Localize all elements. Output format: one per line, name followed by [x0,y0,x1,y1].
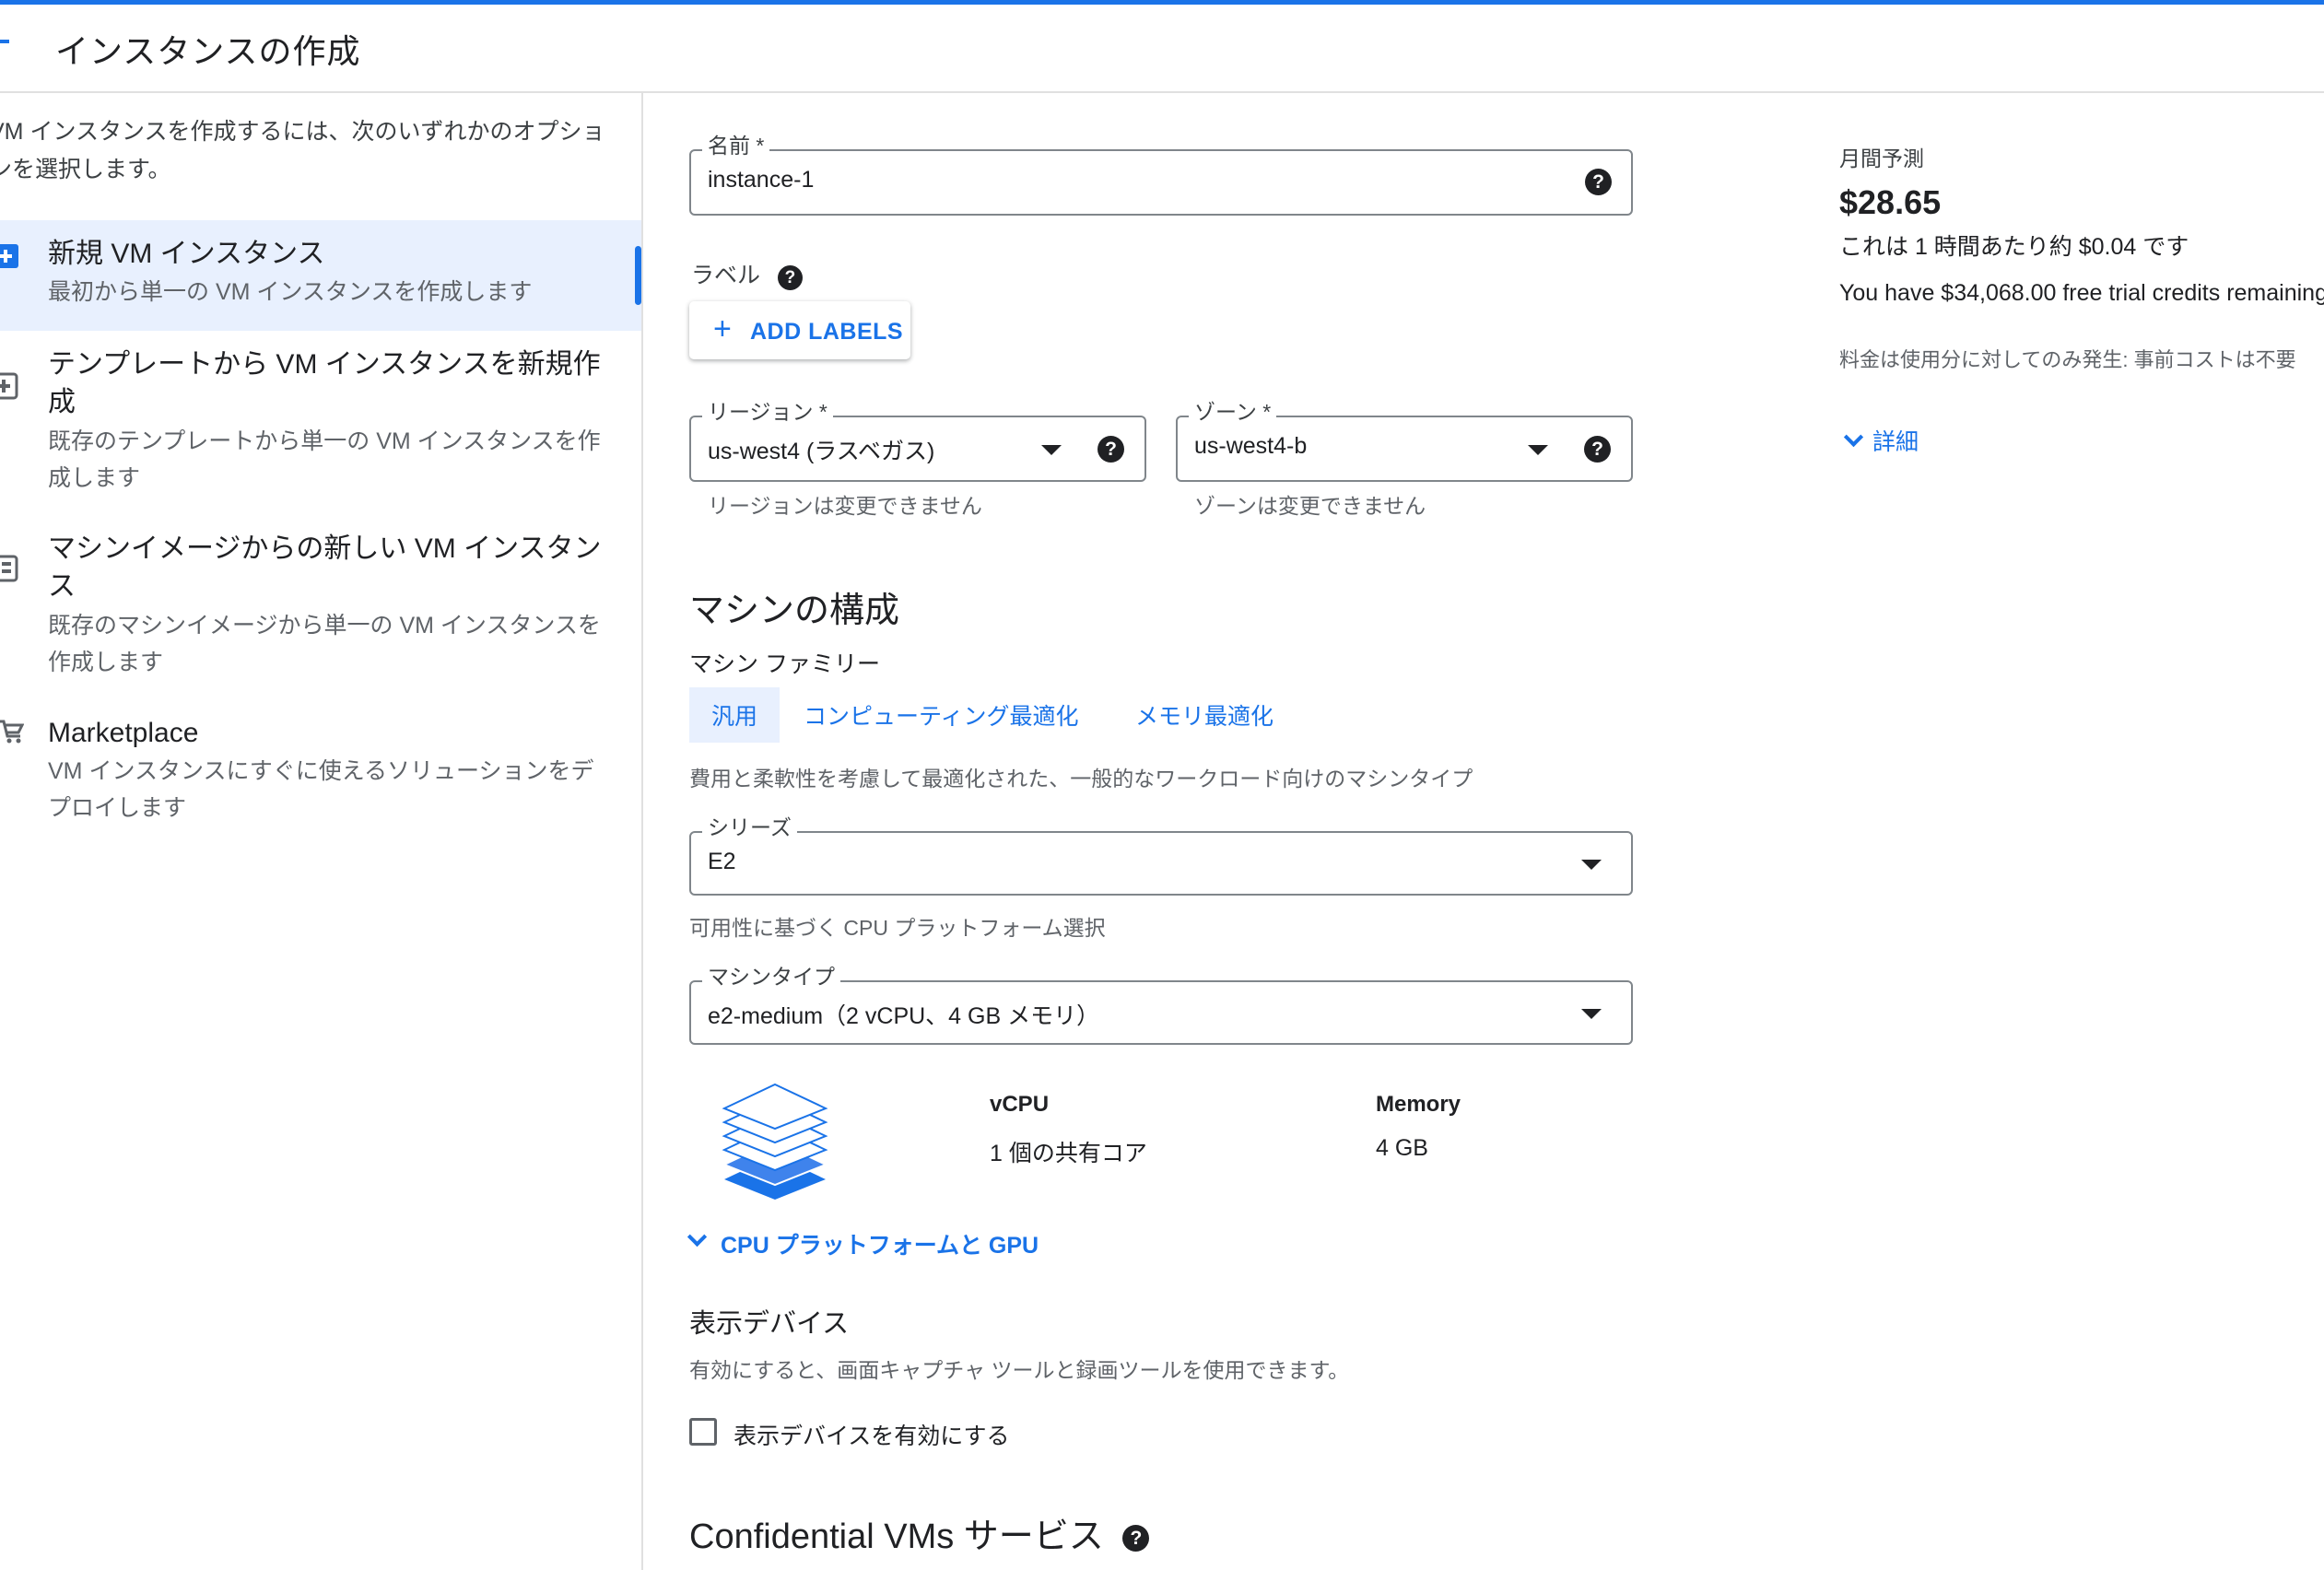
name-field[interactable]: 名前 * instance-1 ? [689,133,1633,216]
region-label: リージョン * [702,399,833,425]
machine-image-icon [0,555,18,582]
option-from-machine-image[interactable]: マシンイメージからの新しい VM インスタンス 既存のマシンイメージから単一の … [0,524,641,699]
monthly-price: $28.65 [1839,183,1942,221]
display-device-desc: 有効にすると、画面キャプチャ ツールと録画ツールを使用できます。 [689,1358,1350,1382]
dropdown-arrow-icon [1581,860,1602,870]
cost-estimate-panel: 月間予測 $28.65 これは 1 時間あたり約 $0.04 です You ha… [1839,93,2324,738]
vcpu-heading: vCPU [990,1092,1050,1117]
zone-value: us-west4-b [1194,433,1308,459]
memory-value: 4 GB [1376,1135,1428,1161]
chevron-down-icon [687,1226,708,1248]
dropdown-arrow-icon [1581,1009,1602,1019]
help-icon[interactable]: ? [1584,436,1611,463]
series-label: シリーズ [702,814,797,840]
machine-type-value: e2-medium（2 vCPU、4 GB メモリ） [708,1003,1100,1029]
dropdown-arrow-icon [1041,445,1062,455]
series-value: E2 [708,849,736,874]
display-device-title: 表示デバイス [689,1309,850,1339]
help-icon[interactable]: ? [1122,1525,1150,1552]
details-link[interactable]: 詳細 [1872,424,1919,457]
family-description: 費用と柔軟性を考慮して最適化された、一般的なワークロード向けのマシンタイプ [689,767,1473,791]
sidebar-intro: VM インスタンスを作成するには、次のいずれかのオプションを選択します。 [0,119,605,182]
creation-options-sidebar: VM インスタンスを作成するには、次のいずれかのオプションを選択します。 新規 … [0,93,643,1570]
option-marketplace-desc: VM インスタンスにすぐに使えるソリューションをデプロイします [48,758,594,821]
billing-note: 料金は使用分に対してのみ発生: 事前コストは不要 [1839,348,2296,371]
cart-icon [0,720,24,744]
monthly-estimate-label: 月間予測 [1839,146,1924,170]
region-value: us-west4 (ラスベガス) [708,439,935,464]
machine-layers-icon [722,1084,828,1200]
display-device-checkbox[interactable] [689,1418,717,1446]
help-icon[interactable]: ? [1097,436,1124,463]
help-icon[interactable]: ? [777,265,803,290]
region-hint: リージョンは変更できません [708,494,982,518]
cpu-gpu-expand-link[interactable]: CPU プラットフォームと GPU [721,1227,1039,1260]
zone-hint: ゾーンは変更できません [1194,494,1426,518]
page-header: インスタンスの作成 [0,5,2324,93]
zone-select[interactable]: ゾーン * us-west4-b ? [1176,399,1633,482]
page-title: インスタンスの作成 [55,32,361,70]
family-tab-general[interactable]: 汎用 [689,687,781,743]
memory-heading: Memory [1376,1092,1461,1117]
labels-label: ラベル ? [691,257,803,290]
option-from-template[interactable]: テンプレートから VM インスタンスを新規作成 既存のテンプレートから単一の V… [0,340,641,515]
family-tab-compute[interactable]: コンピューティング最適化 [804,698,1079,732]
dropdown-arrow-icon [1528,445,1548,455]
machine-type-select[interactable]: マシンタイプ e2-medium（2 vCPU、4 GB メモリ） [689,964,1633,1045]
free-trial-credits: You have $34,068.00 free trial credits r… [1839,280,2324,306]
back-arrow-icon[interactable] [0,40,9,43]
template-icon [0,372,18,400]
hourly-estimate: これは 1 時間あたり約 $0.04 です [1839,234,2189,260]
machine-config-title: マシンの構成 [689,592,900,630]
machine-type-label: マシンタイプ [702,964,840,990]
option-from-machine-image-desc: 既存のマシンイメージから単一の VM インスタンスを作成します [48,613,601,675]
option-new-vm-title: 新規 VM インスタンス [48,239,325,269]
display-device-checkbox-label: 表示デバイスを有効にする [734,1424,1010,1449]
selection-indicator [635,246,641,305]
series-select[interactable]: シリーズ E2 [689,814,1633,896]
confidential-vm-title: Confidential VMs サービス ? [689,1507,1150,1558]
option-marketplace-title: Marketplace [48,718,199,748]
option-from-machine-image-title: マシンイメージからの新しい VM インスタンス [48,533,602,602]
series-hint: 可用性に基づく CPU プラットフォーム選択 [689,916,1106,940]
machine-family-label: マシン ファミリー [689,651,880,677]
add-labels-button[interactable]: + ADD LABELS [689,301,910,359]
chevron-down-icon [1843,427,1864,448]
vcpu-value: 1 個の共有コア [990,1141,1147,1166]
region-select[interactable]: リージョン * us-west4 (ラスベガス) ? [689,399,1146,482]
help-icon[interactable]: ? [1585,169,1612,195]
option-new-vm[interactable]: 新規 VM インスタンス 最初から単一の VM インスタンスを作成します [0,220,641,331]
add-box-icon [0,244,18,268]
family-tab-memory[interactable]: メモリ最適化 [1135,698,1274,732]
plus-icon: + [713,311,732,346]
option-from-template-desc: 既存のテンプレートから単一の VM インスタンスを作成します [48,428,601,491]
name-label: 名前 * [702,133,770,158]
option-new-vm-desc: 最初から単一の VM インスタンスを作成します [48,279,533,305]
option-from-template-title: テンプレートから VM インスタンスを新規作成 [48,349,601,417]
zone-label: ゾーン * [1189,399,1277,425]
name-value: instance-1 [708,167,815,193]
option-marketplace[interactable]: Marketplace VM インスタンスにすぐに使えるソリューションをデプロイ… [0,709,641,838]
